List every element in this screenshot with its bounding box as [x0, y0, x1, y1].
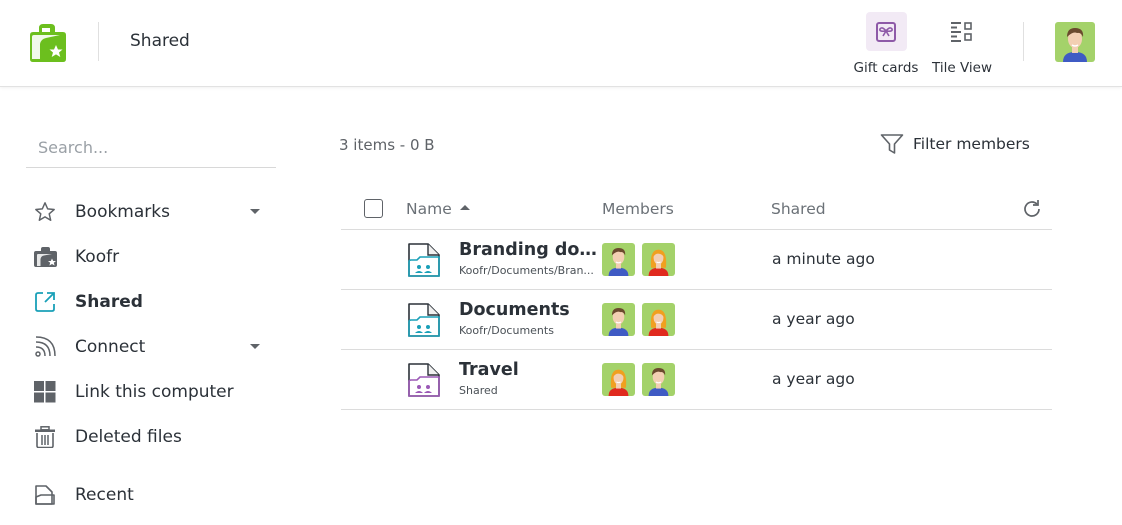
shared-folder-icon — [407, 362, 441, 398]
tile-view-button[interactable]: Tile View — [930, 12, 994, 76]
male-avatar-icon — [602, 243, 635, 276]
trash-icon — [35, 426, 55, 448]
refresh-icon[interactable] — [1021, 198, 1043, 220]
user-avatar[interactable] — [1055, 22, 1095, 62]
tile-view-icon — [951, 21, 972, 42]
page-title: Shared — [130, 31, 190, 51]
member-avatar[interactable] — [602, 243, 635, 276]
share-icon — [35, 292, 55, 312]
item-path: Koofr/Documents — [459, 324, 554, 337]
koofr-logo-icon[interactable] — [26, 22, 67, 62]
column-header-members[interactable]: Members — [602, 200, 674, 218]
sort-ascending-icon — [459, 205, 470, 210]
sidebar-item-label: Koofr — [75, 247, 120, 267]
sidebar-item-label: Link this computer — [75, 382, 234, 402]
table-row[interactable]: Travel Shared a year ago — [341, 350, 1052, 410]
chevron-down-icon[interactable] — [250, 344, 260, 349]
member-avatar[interactable] — [602, 303, 635, 336]
star-icon — [35, 202, 55, 221]
table-header: Name Members Shared — [341, 190, 1052, 230]
table-row[interactable]: Documents Koofr/Documents a year ago — [341, 290, 1052, 350]
folder-icon — [34, 247, 57, 267]
column-header-name[interactable]: Name — [406, 200, 470, 218]
search-input[interactable] — [26, 127, 276, 168]
female-avatar-icon — [602, 363, 635, 396]
item-name[interactable]: Documents — [459, 300, 570, 320]
member-avatar[interactable] — [642, 303, 675, 336]
gift-icon — [876, 21, 896, 42]
tile-view-label: Tile View — [932, 60, 992, 76]
item-name[interactable]: Branding doc... — [459, 240, 599, 260]
sidebar-item-label: Connect — [75, 337, 146, 357]
sidebar-item-label: Recent — [75, 485, 134, 505]
rss-icon — [35, 336, 56, 357]
male-avatar-icon — [602, 303, 635, 336]
items-summary: 3 items - 0 B — [339, 136, 435, 154]
top-header: Shared Gift cards Tile View — [0, 0, 1122, 87]
sidebar-item-deleted-files[interactable]: Deleted files — [26, 422, 276, 452]
filter-members-label: Filter members — [913, 135, 1030, 153]
male-avatar-icon — [642, 363, 675, 396]
item-name[interactable]: Travel — [459, 360, 519, 380]
shared-time: a minute ago — [772, 250, 875, 268]
shared-time: a year ago — [772, 370, 855, 388]
filter-members-button[interactable]: Filter members — [880, 133, 1030, 155]
gift-cards-button[interactable]: Gift cards — [853, 12, 919, 76]
header-divider — [98, 22, 99, 61]
filter-icon — [880, 134, 904, 154]
sidebar-item-koofr[interactable]: Koofr — [26, 242, 276, 272]
member-avatar[interactable] — [642, 243, 675, 276]
item-path: Shared — [459, 384, 498, 397]
sidebar-item-connect[interactable]: Connect — [26, 332, 276, 362]
member-avatar[interactable] — [602, 363, 635, 396]
sidebar-item-label: Shared — [75, 292, 143, 312]
female-avatar-icon — [642, 243, 675, 276]
sidebar-item-label: Bookmarks — [75, 202, 170, 222]
table-row[interactable]: Branding doc... Koofr/Documents/Bran... a … — [341, 230, 1052, 290]
sidebar-item-label: Deleted files — [75, 427, 182, 447]
chevron-down-icon[interactable] — [250, 209, 260, 214]
member-avatar[interactable] — [642, 363, 675, 396]
recent-icon — [35, 485, 55, 505]
item-path: Koofr/Documents/Bran... — [459, 264, 594, 277]
shared-folder-icon — [407, 302, 441, 338]
sidebar-item-recent[interactable]: Recent — [26, 480, 276, 510]
sidebar-item-bookmarks[interactable]: Bookmarks — [26, 197, 276, 227]
shared-time: a year ago — [772, 310, 855, 328]
female-avatar-icon — [642, 303, 675, 336]
sidebar-item-link-computer[interactable]: Link this computer — [26, 377, 276, 407]
header-divider — [1023, 22, 1024, 61]
shared-folder-icon — [407, 242, 441, 278]
select-all-checkbox[interactable] — [364, 199, 383, 218]
column-header-shared[interactable]: Shared — [771, 200, 826, 218]
gift-cards-label: Gift cards — [853, 60, 919, 76]
male-avatar-icon — [1055, 22, 1095, 62]
windows-icon — [34, 381, 56, 403]
sidebar-item-shared[interactable]: Shared — [26, 287, 276, 317]
